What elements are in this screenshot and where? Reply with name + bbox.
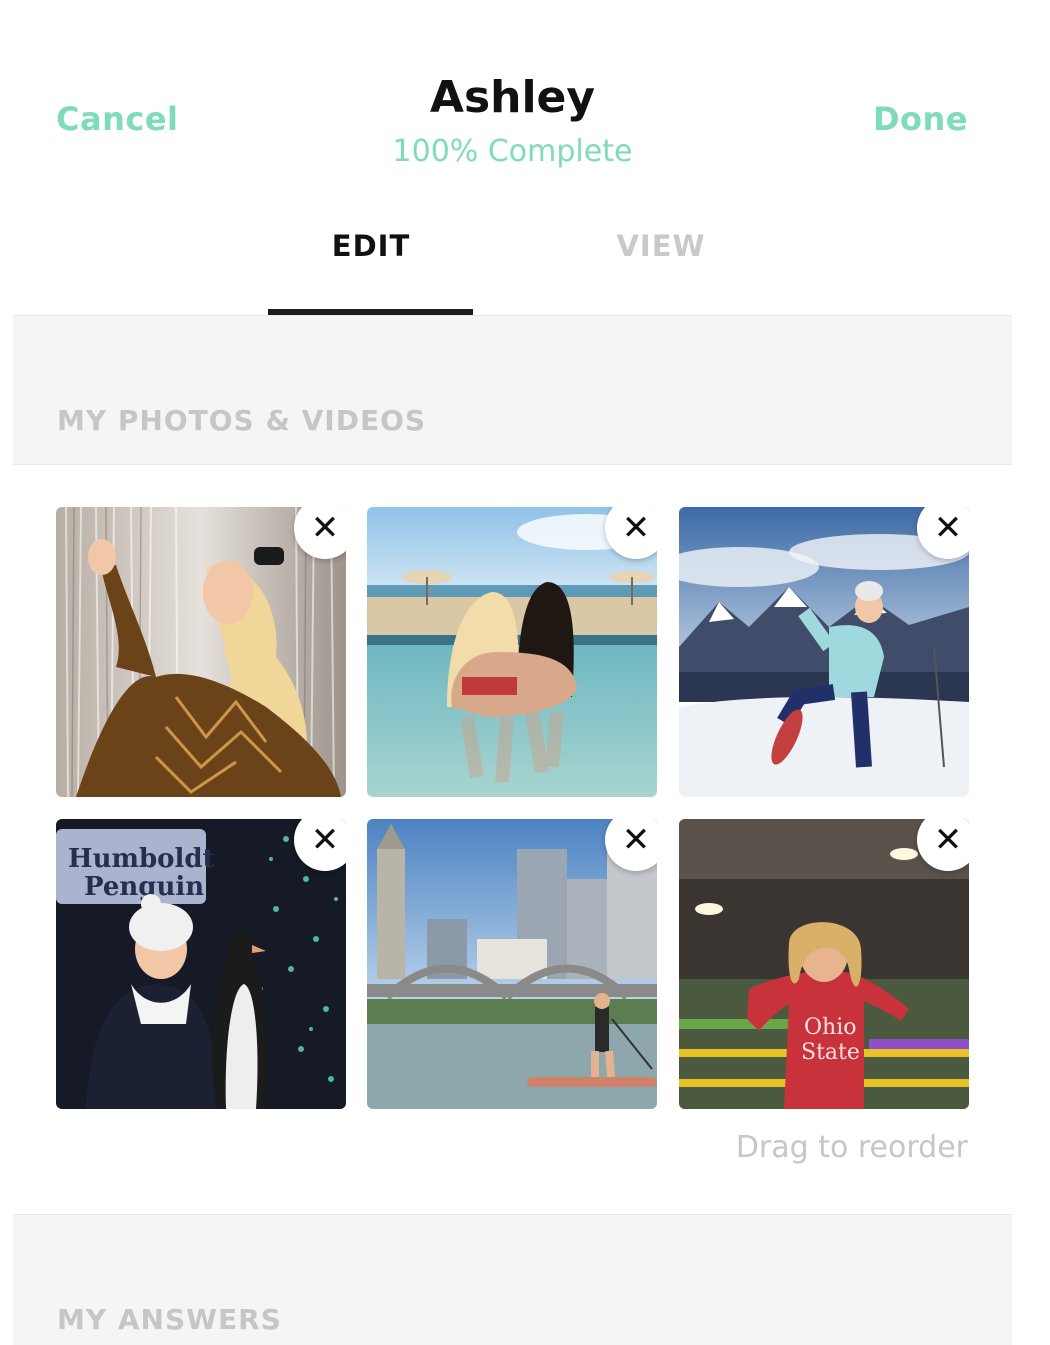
drag-to-reorder-hint: Drag to reorder: [735, 1130, 968, 1165]
photos-section-header: MY PHOTOS & VIDEOS: [13, 315, 1012, 465]
shirt-line-1: Ohio: [804, 1015, 857, 1040]
photo-4-image: Humboldt Penguin: [56, 819, 346, 1109]
close-icon: ✕: [933, 820, 963, 860]
photo-6-image: Ohio State: [679, 819, 969, 1109]
header: Cancel Ashley 100% Complete Done: [0, 0, 1050, 200]
photo-5-image: [367, 819, 657, 1109]
profile-completion: 100% Complete: [392, 134, 633, 169]
close-icon: ✕: [621, 508, 651, 548]
close-icon: ✕: [621, 820, 651, 860]
photo-3-image: [679, 507, 969, 797]
photo-5[interactable]: ✕: [367, 819, 657, 1109]
answers-section-header: MY ANSWERS: [13, 1214, 1012, 1345]
answers-section-title: MY ANSWERS: [57, 1303, 282, 1336]
photo-4[interactable]: Humboldt Penguin ✕: [56, 819, 346, 1109]
shirt-line-2: State: [801, 1040, 860, 1065]
photo-3[interactable]: ✕: [679, 507, 969, 797]
close-icon: ✕: [310, 508, 340, 548]
tab-edit[interactable]: EDIT: [266, 229, 476, 263]
tab-view[interactable]: VIEW: [556, 229, 766, 263]
sign-line-1: Humboldt: [68, 844, 215, 874]
close-icon: ✕: [310, 820, 340, 860]
photo-1-image: [56, 507, 346, 797]
photos-section-title: MY PHOTOS & VIDEOS: [57, 404, 427, 437]
tab-bar: EDIT VIEW: [0, 215, 1050, 315]
photo-6[interactable]: Ohio State ✕: [679, 819, 969, 1109]
photo-2[interactable]: ✕: [367, 507, 657, 797]
photo-1[interactable]: ✕: [56, 507, 346, 797]
done-button[interactable]: Done: [873, 100, 968, 138]
photo-2-image: [367, 507, 657, 797]
close-icon: ✕: [933, 508, 963, 548]
page-title: Ashley: [429, 72, 596, 123]
